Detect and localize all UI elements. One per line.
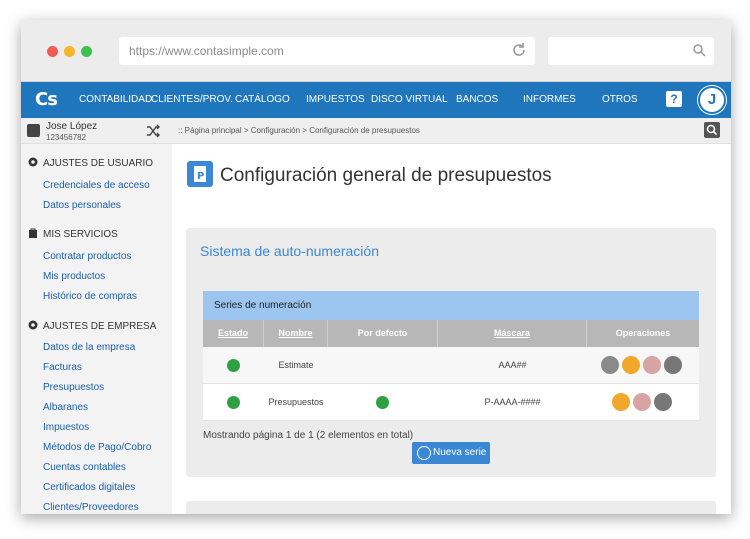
address-bar[interactable]: https://www.contasimple.com <box>119 37 535 65</box>
sidebar-section-ajustes-empresa: AJUSTES DE EMPRESA <box>27 319 156 332</box>
search-button[interactable] <box>704 122 720 138</box>
nav-contabilidad[interactable]: CONTABILIDAD <box>79 94 152 105</box>
nav-bancos[interactable]: BANCOS <box>456 94 498 105</box>
status-active-icon <box>227 396 240 409</box>
sidebar-item-credenciales[interactable]: Credenciales de acceso <box>43 180 150 191</box>
breadcrumb: :: Página principal > Configuración > Co… <box>178 126 420 135</box>
sidebar-item-contratar[interactable]: Contratar productos <box>43 251 131 262</box>
maximize-window-button[interactable] <box>81 46 92 57</box>
secondary-panel <box>186 501 716 514</box>
app-logo[interactable]: Cs <box>35 89 58 110</box>
user-id: 123456782 <box>46 133 87 142</box>
user-icon <box>27 124 40 137</box>
paging-info: Mostrando página 1 de 1 (2 elementos en … <box>203 430 414 441</box>
panel-title: Sistema de auto-numeración <box>200 243 379 259</box>
delete-key-icon[interactable] <box>633 393 651 411</box>
set-default-star-icon[interactable] <box>601 356 619 374</box>
document-p-icon: P <box>194 166 206 182</box>
browser-chrome: https://www.contasimple.com <box>21 20 731 82</box>
close-window-button[interactable] <box>47 46 58 57</box>
user-bar: Jose López 123456782 :: Página principal… <box>21 118 731 144</box>
default-check-icon <box>376 396 389 409</box>
row-mascara: AAA## <box>498 360 527 370</box>
column-operaciones: Operaciones <box>615 328 671 338</box>
autonumbering-panel: Sistema de auto-numeración Series de num… <box>186 228 716 477</box>
page-title: Configuración general de presupuestos <box>220 165 552 186</box>
sidebar-item-historico[interactable]: Histórico de compras <box>43 291 137 302</box>
sidebar-item-datos-empresa[interactable]: Datos de la empresa <box>43 342 135 353</box>
table-row: Estimate AAA## <box>203 347 699 384</box>
sidebar-item-presupuestos[interactable]: Presupuestos <box>43 382 104 393</box>
sidebar-item-facturas[interactable]: Facturas <box>43 362 82 373</box>
minimize-window-button[interactable] <box>64 46 75 57</box>
row-mascara: P-AAAA-#### <box>484 397 541 407</box>
plus-circle-icon <box>417 446 431 460</box>
edit-pencil-icon[interactable] <box>622 356 640 374</box>
search-icon <box>706 124 718 136</box>
help-icon[interactable]: ? <box>666 91 682 107</box>
url-text: https://www.contasimple.com <box>129 44 284 58</box>
nav-informes[interactable]: INFORMES <box>523 94 576 105</box>
sidebar-section-mis-servicios: MIS SERVICIOS <box>27 227 118 240</box>
avatar[interactable]: J <box>698 86 726 114</box>
nav-disco-virtual[interactable]: DISCO VIRTUAL <box>371 94 448 105</box>
browser-window: https://www.contasimple.com Cs CONTABILI… <box>21 20 731 514</box>
table-row: Presupuestos P-AAAA-#### <box>203 384 699 421</box>
sidebar-item-impuestos[interactable]: Impuestos <box>43 422 89 433</box>
row-nombre: Estimate <box>278 360 314 370</box>
sidebar-item-mis-productos[interactable]: Mis productos <box>43 271 105 282</box>
sidebar-section-title: AJUSTES DE EMPRESA <box>43 321 157 332</box>
gear-icon <box>28 157 38 167</box>
nav-clientes[interactable]: CLIENTES/PROV. <box>151 94 233 105</box>
sidebar-item-cuentas-contables[interactable]: Cuentas contables <box>43 462 126 473</box>
series-grid: Series de numeración Estado Nombre Por d… <box>203 291 699 421</box>
main-content: P Configuración general de presupuestos … <box>172 144 731 514</box>
column-por-defecto: Por defecto <box>328 320 438 347</box>
sidebar-item-metodos-pago[interactable]: Métodos de Pago/Cobro <box>43 442 151 453</box>
delete-key-icon[interactable] <box>643 356 661 374</box>
bag-icon <box>29 228 37 238</box>
column-estado[interactable]: Estado <box>203 320 264 347</box>
grid-columns: Estado Nombre Por defecto Máscara Operac… <box>203 320 699 347</box>
nav-otros[interactable]: OTROS <box>602 94 638 105</box>
column-nombre[interactable]: Nombre <box>264 320 328 347</box>
sidebar-item-albaranes[interactable]: Albaranes <box>43 402 88 413</box>
svg-text:P: P <box>197 171 204 182</box>
nav-catalogo[interactable]: CATÁLOGO <box>235 94 290 105</box>
sidebar: AJUSTES DE USUARIO Credenciales de acces… <box>21 144 172 514</box>
chevron-down-icon[interactable] <box>654 393 672 411</box>
user-name: Jose López <box>46 121 98 132</box>
sidebar-item-datos-personales[interactable]: Datos personales <box>43 200 121 211</box>
browser-search-field[interactable] <box>548 37 714 65</box>
new-series-button[interactable]: Nueva serie <box>412 442 490 464</box>
sidebar-item-certificados[interactable]: Certificados digitales <box>43 482 135 493</box>
search-icon <box>693 44 706 57</box>
document-icon: P <box>187 161 213 187</box>
sidebar-item-clientes-proveedores[interactable]: Clientes/Proveedores <box>43 502 139 513</box>
reload-icon[interactable] <box>511 42 527 58</box>
edit-pencil-icon[interactable] <box>612 393 630 411</box>
sidebar-section-ajustes-usuario: AJUSTES DE USUARIO <box>27 156 153 169</box>
gear-icon <box>28 320 38 330</box>
top-navigation: Cs CONTABILIDAD CLIENTES/PROV. CATÁLOGO … <box>21 82 731 118</box>
sidebar-section-title: AJUSTES DE USUARIO <box>43 158 154 169</box>
column-mascara[interactable]: Máscara <box>438 320 587 347</box>
grid-title: Series de numeración <box>203 291 699 320</box>
row-nombre: Presupuestos <box>268 397 324 407</box>
new-series-label: Nueva serie <box>433 447 487 458</box>
nav-impuestos[interactable]: IMPUESTOS <box>306 94 365 105</box>
sidebar-section-title: MIS SERVICIOS <box>43 229 118 240</box>
chevron-down-icon[interactable] <box>664 356 682 374</box>
switch-company-icon[interactable] <box>146 124 160 138</box>
status-active-icon <box>227 359 240 372</box>
